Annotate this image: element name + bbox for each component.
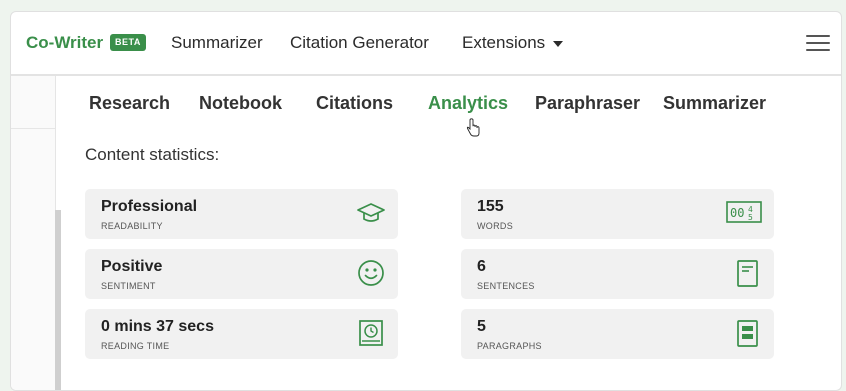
tab-analytics[interactable]: Analytics: [428, 93, 508, 114]
sentences-label: SENTENCES: [477, 281, 535, 291]
graduation-cap-icon: [357, 203, 385, 222]
readability-value: Professional: [101, 198, 198, 215]
reading-time-label: READING TIME: [101, 341, 170, 351]
vertical-scrollbar[interactable]: [55, 210, 61, 390]
stat-card-sentiment: Positive SENTIMENT: [85, 249, 398, 299]
stat-card-readability: Professional READABILITY: [85, 189, 398, 239]
beta-badge: BETA: [110, 34, 146, 51]
content-statistics-heading: Content statistics:: [85, 145, 220, 164]
left-panel-divider: [11, 128, 55, 129]
tab-notebook[interactable]: Notebook: [199, 93, 282, 114]
stat-card-paragraphs: 5 PARAGRAPHS: [461, 309, 774, 359]
tab-citations[interactable]: Citations: [316, 93, 393, 114]
nav-extensions-label: Extensions: [462, 33, 546, 52]
nav-extensions-dropdown[interactable]: Extensions: [462, 33, 564, 53]
svg-text:00: 00: [730, 206, 744, 220]
sentiment-value: Positive: [101, 258, 163, 275]
brand-logo-text[interactable]: Co-Writer: [26, 33, 103, 53]
hand-pointer-cursor-icon: [466, 118, 480, 137]
chevron-down-icon: [553, 40, 564, 47]
svg-text:5: 5: [748, 213, 753, 222]
word-count-icon: 00 4 5: [726, 201, 762, 223]
readability-label: READABILITY: [101, 221, 163, 231]
tab-summarizer[interactable]: Summarizer: [663, 93, 766, 114]
words-value: 155: [477, 198, 504, 215]
top-navigation-bar: Co-Writer BETA Summarizer Citation Gener…: [11, 12, 841, 76]
tab-research[interactable]: Research: [89, 93, 170, 114]
hamburger-menu-icon[interactable]: [806, 35, 830, 53]
paragraphs-label: PARAGRAPHS: [477, 341, 542, 351]
tab-paraphraser[interactable]: Paraphraser: [535, 93, 640, 114]
nav-summarizer-link[interactable]: Summarizer: [171, 33, 263, 53]
paragraphs-value: 5: [477, 318, 486, 335]
sentences-value: 6: [477, 258, 486, 275]
document-lines-icon: [737, 260, 758, 287]
stat-card-reading-time: 0 mins 37 secs READING TIME: [85, 309, 398, 359]
smiley-face-icon: [358, 260, 384, 286]
left-side-panel: [11, 76, 56, 390]
nav-citation-generator-link[interactable]: Citation Generator: [290, 33, 429, 53]
stat-card-sentences: 6 SENTENCES: [461, 249, 774, 299]
words-label: WORDS: [477, 221, 513, 231]
sentiment-label: SENTIMENT: [101, 281, 156, 291]
stat-card-words: 155 WORDS 00 4 5: [461, 189, 774, 239]
reading-time-value: 0 mins 37 secs: [101, 318, 214, 335]
app-window: Co-Writer BETA Summarizer Citation Gener…: [10, 11, 842, 391]
document-block-icon: [737, 320, 758, 347]
clock-book-icon: [359, 320, 383, 346]
